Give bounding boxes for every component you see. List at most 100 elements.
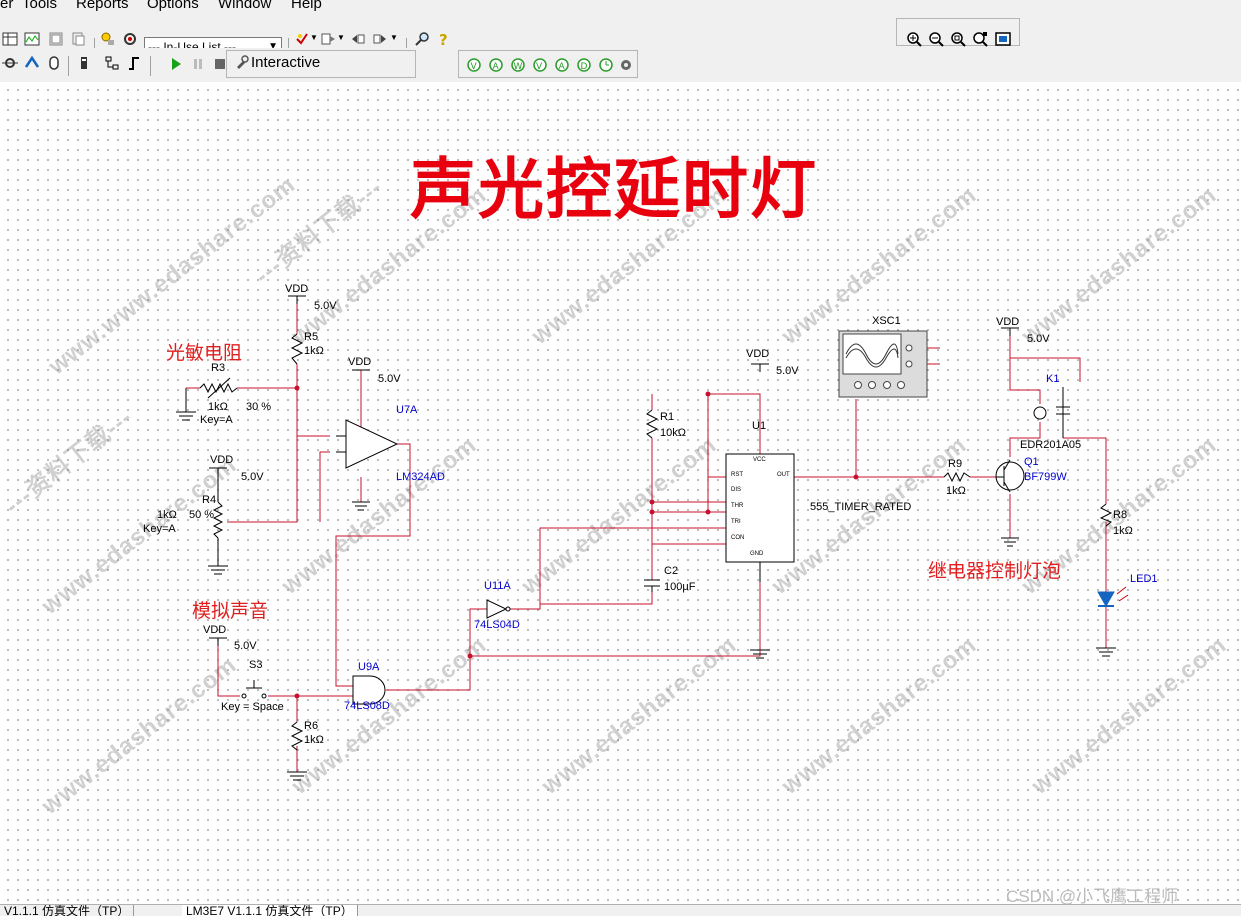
u1-pin-out: OUT [777, 472, 790, 478]
toolbar-main: --- In-Use List --- ▼ ▼ ▼ ▼ ? [0, 14, 1241, 58]
clock-probe-icon[interactable] [598, 57, 614, 73]
zoom-out-icon[interactable] [928, 31, 944, 47]
menu-item-help[interactable]: Help [291, 0, 322, 12]
u1-pin-vcc: VCC [753, 457, 766, 463]
find-icon[interactable] [414, 31, 430, 47]
step-icon[interactable] [126, 55, 142, 71]
u1-pin-dis: DIS [731, 487, 742, 493]
u11a-ref: U11A [484, 580, 511, 592]
annotation-simulated-sound: 模拟声音 [192, 600, 269, 622]
zoom-area-icon[interactable] [950, 31, 966, 47]
hierarchy-icon[interactable] [104, 55, 120, 71]
vdd-label-4: VDD [203, 624, 227, 636]
sheet-tab-2[interactable]: LM3E7 V1.1.1 仿真文件（TP） [182, 905, 358, 916]
menu-item-options[interactable]: Options [147, 0, 199, 12]
r4-ref: R4 [202, 494, 217, 506]
schematic-wires [176, 295, 1129, 781]
spreadsheet-icon[interactable] [2, 31, 18, 47]
menu-item-reports[interactable]: Reports [76, 0, 129, 12]
erc-check-icon[interactable] [294, 31, 310, 47]
zoom-in-icon[interactable] [906, 31, 922, 47]
xsc1-ref: XSC1 [872, 315, 901, 327]
transfer-forward-icon[interactable] [372, 31, 388, 47]
r8-ref: R8 [1113, 509, 1128, 521]
menu-item-window[interactable]: Window [218, 0, 271, 12]
vdd-value-2: 5.0V [378, 373, 401, 385]
r3-value: 1kΩ [208, 401, 228, 413]
transfer-back-icon[interactable] [350, 31, 366, 47]
r1-ref: R1 [660, 411, 675, 423]
zoom-sheet-icon[interactable] [972, 31, 988, 47]
simulation-toolbar [226, 50, 416, 78]
k1-ref: K1 [1046, 373, 1060, 385]
vdd-label-6: VDD [996, 316, 1020, 328]
r3-ref: R3 [211, 362, 226, 374]
u1-pin-con: CON [731, 535, 745, 541]
k1-part: EDR201A05 [1020, 439, 1082, 451]
gear-icon[interactable] [618, 57, 634, 73]
sheet-tab-1[interactable]: V1.1.1 仿真文件（TP） [0, 905, 135, 916]
ref-probe-icon[interactable]: A [554, 57, 570, 73]
power-probe-icon[interactable]: W [510, 57, 526, 73]
menu-bar: er Tools Reports Options Window Help [0, 0, 1241, 14]
r3-percent: 30 % [246, 401, 272, 413]
vdd-value-6: 5.0V [1027, 333, 1050, 345]
q1-part: BF799W [1024, 471, 1067, 483]
svg-text:V: V [536, 62, 543, 72]
voltage-probe-icon[interactable]: V [466, 57, 482, 73]
vdd-label-2: VDD [348, 356, 372, 368]
dropdown-arrow-icon[interactable]: ▼ [390, 33, 398, 42]
vdd-value-5: 5.0V [776, 365, 799, 377]
u9a-part: 74LS08D [344, 700, 390, 712]
r9-value: 1kΩ [946, 485, 966, 497]
u11a-part: 74LS04D [474, 619, 520, 631]
full-screen-icon[interactable] [995, 31, 1011, 47]
u1-ref: U1 [752, 420, 767, 432]
s3-key: Key = Space [221, 701, 284, 713]
current-probe-icon[interactable]: A [488, 57, 504, 73]
u1-pin-rst: RST [731, 472, 743, 478]
menu-item-er[interactable]: er [0, 0, 13, 12]
csdn-watermark: CSDN @小飞鹰工程师 [1006, 887, 1179, 904]
s3-ref[interactable]: S3 [249, 659, 262, 671]
help-icon[interactable]: ? [436, 31, 452, 47]
vdd-label-3: VDD [210, 454, 234, 466]
battery-icon[interactable] [76, 55, 92, 71]
r8-value: 1kΩ [1113, 525, 1133, 537]
dropdown-arrow-icon[interactable]: ▼ [337, 33, 345, 42]
component-wizard-icon[interactable] [100, 31, 116, 47]
c2-ref: C2 [664, 565, 679, 577]
vdd-label: VDD [285, 283, 309, 295]
postprocessor-icon[interactable] [48, 31, 64, 47]
led1-ref: LED1 [1130, 573, 1158, 585]
r6-ref: R6 [304, 720, 319, 732]
r4-key: Key=A [143, 523, 176, 535]
u1-part: 555_TIMER_RATED [810, 501, 912, 513]
dropdown-arrow-icon[interactable]: ▼ [310, 33, 318, 42]
back-annotate-icon[interactable] [320, 31, 336, 47]
run-icon[interactable] [168, 56, 184, 72]
bus-icon[interactable] [24, 55, 40, 71]
grapher-icon[interactable] [24, 31, 40, 47]
oscilloscope-xsc1[interactable] [838, 330, 928, 398]
annotation-relay-control: 继电器控制灯泡 [928, 560, 1062, 582]
annotation-photoresistor: 光敏电阻 [166, 342, 243, 364]
u1-pin-gnd: GND [750, 551, 764, 557]
pause-icon[interactable] [190, 56, 206, 72]
u1-pin-thr: THR [731, 503, 744, 509]
database-icon[interactable] [70, 31, 86, 47]
probe-icon[interactable] [2, 55, 18, 71]
r5-value: 1kΩ [304, 345, 324, 357]
database-manager-icon[interactable] [122, 31, 138, 47]
vdd-label-5: VDD [746, 348, 770, 360]
c2-value: 100μF [664, 581, 696, 593]
vdd-value-3: 5.0V [241, 471, 264, 483]
diff-voltage-probe-icon[interactable]: V [532, 57, 548, 73]
digital-probe-icon[interactable]: D [576, 57, 592, 73]
svg-text:D: D [581, 62, 588, 72]
connector-icon[interactable] [46, 55, 62, 71]
svg-text:W: W [514, 62, 523, 72]
svg-text:A: A [493, 62, 500, 72]
menu-item-tools[interactable]: Tools [22, 0, 57, 12]
schematic-canvas[interactable]: www.www.edashare.com ---资料下载--- www.edas… [0, 82, 1241, 904]
